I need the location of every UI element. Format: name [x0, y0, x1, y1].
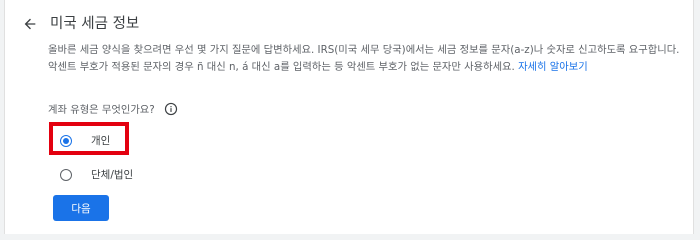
radio-button-checked[interactable] [60, 134, 72, 147]
description-line-2: 악센트 부호가 적용된 문자의 경우 ñ 대신 n, á 대신 a를 입력하는 … [48, 59, 693, 76]
back-button[interactable] [18, 12, 42, 36]
learn-more-link[interactable]: 자세히 알아보기 [518, 61, 588, 73]
description-line-2-text: 악센트 부호가 적용된 문자의 경우 ñ 대신 n, á 대신 a를 입력하는 … [48, 61, 515, 73]
description-line-1: 올바른 세금 양식을 찾으려면 우선 몇 가지 질문에 답변하세요. IRS(미… [48, 44, 680, 56]
tax-info-card: 미국 세금 정보 올바른 세금 양식을 찾으려면 우선 몇 가지 질문에 답변하… [4, 0, 694, 234]
radio-button-unchecked[interactable] [60, 168, 72, 181]
question-label: 계좌 유형은 무엇인가요? [48, 104, 155, 116]
option-label-entity: 단체/법인 [91, 169, 134, 181]
radio-option-entity[interactable]: 단체/법인 [60, 167, 133, 182]
arrow-back-icon [24, 18, 36, 30]
next-button[interactable]: 다음 [53, 195, 109, 221]
page-title: 미국 세금 정보 [50, 16, 140, 32]
description: 올바른 세금 양식을 찾으려면 우선 몇 가지 질문에 답변하세요. IRS(미… [48, 42, 693, 76]
option-label-individual: 개인 [91, 135, 111, 147]
info-icon[interactable] [164, 102, 178, 116]
account-type-question: 계좌 유형은 무엇인가요? [48, 101, 178, 116]
radio-option-individual[interactable]: 개인 [60, 133, 110, 148]
